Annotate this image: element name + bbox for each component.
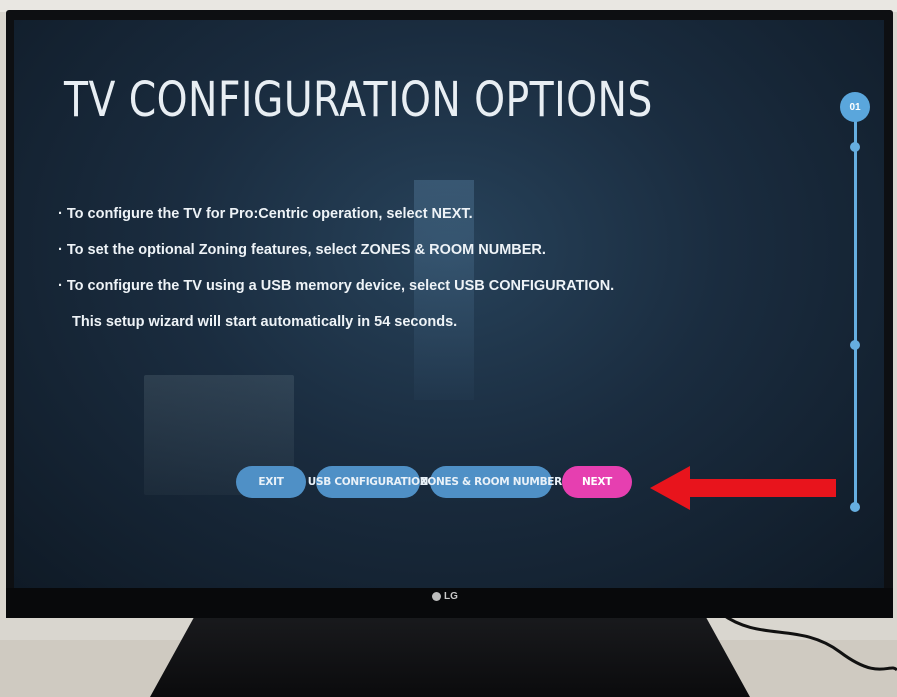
lg-logo-icon: LG <box>432 591 458 602</box>
countdown-message: This setup wizard will start automatical… <box>72 314 458 330</box>
instruction-next: · To configure the TV for Pro:Centric op… <box>58 206 473 222</box>
stepper-track <box>854 120 857 506</box>
exit-button[interactable]: EXIT <box>236 466 306 498</box>
stepper-dot <box>850 340 860 350</box>
stepper-dot <box>850 142 860 152</box>
step-number-badge: 01 <box>840 92 870 122</box>
brand-label: LG <box>444 591 458 602</box>
tv-stand <box>150 610 750 697</box>
stepper-dot <box>850 502 860 512</box>
next-button[interactable]: NEXT <box>562 466 632 498</box>
action-buttons: EXIT USB CONFIGURATION ZONES & ROOM NUMB… <box>236 466 632 498</box>
zones-room-number-button[interactable]: ZONES & ROOM NUMBER <box>420 466 562 498</box>
instructions-list: · To configure the TV for Pro:Centric op… <box>58 196 698 340</box>
instruction-zones: · To set the optional Zoning features, s… <box>58 242 546 258</box>
page-title: TV CONFIGURATION OPTIONS <box>64 72 653 128</box>
power-cable <box>721 612 897 672</box>
usb-configuration-button[interactable]: USB CONFIGURATION <box>308 466 429 498</box>
wizard-stepper: 01 <box>840 92 874 512</box>
red-arrow-pointer-icon <box>650 466 836 510</box>
lg-logo-mark-icon <box>432 592 441 601</box>
instruction-usb: · To configure the TV using a USB memory… <box>58 278 615 294</box>
